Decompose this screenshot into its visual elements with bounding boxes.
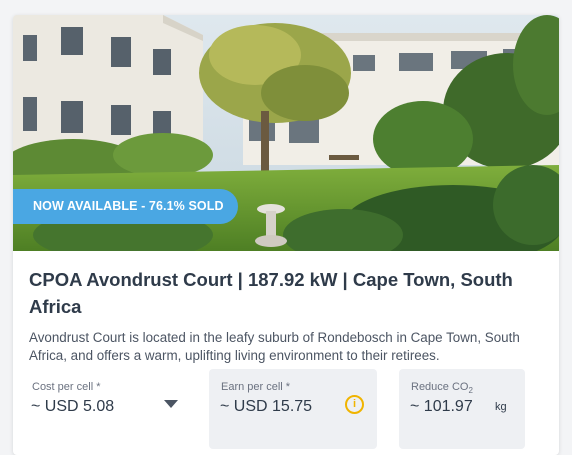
reduce-co2-label: Reduce CO2 [411, 381, 473, 396]
info-icon[interactable]: i [345, 395, 364, 414]
project-description: Avondrust Court is located in the leafy … [29, 330, 520, 363]
chevron-down-icon[interactable] [164, 400, 178, 408]
earn-per-cell-label: Earn per cell * [221, 381, 291, 393]
cost-per-cell-value: ~ USD 5.08 [31, 398, 115, 415]
reduce-co2-unit: kg [495, 401, 507, 413]
reduce-co2-field: Reduce CO2 ~ 101.97 kg [399, 369, 525, 449]
project-photo[interactable]: NOW AVAILABLE - 76.1% SOLD [13, 15, 559, 251]
earn-per-cell-value: ~ USD 15.75 [220, 398, 313, 415]
availability-badge: NOW AVAILABLE - 76.1% SOLD [13, 189, 238, 224]
cost-per-cell-label: Cost per cell * [32, 381, 101, 393]
project-title[interactable]: CPOA Avondrust Court | 187.92 kW | Cape … [29, 266, 539, 320]
earn-per-cell-field: Earn per cell * ~ USD 15.75 i [209, 369, 377, 449]
cost-per-cell-select[interactable]: Cost per cell * ~ USD 5.08 [20, 369, 198, 449]
reduce-co2-value: ~ 101.97 [410, 398, 473, 415]
